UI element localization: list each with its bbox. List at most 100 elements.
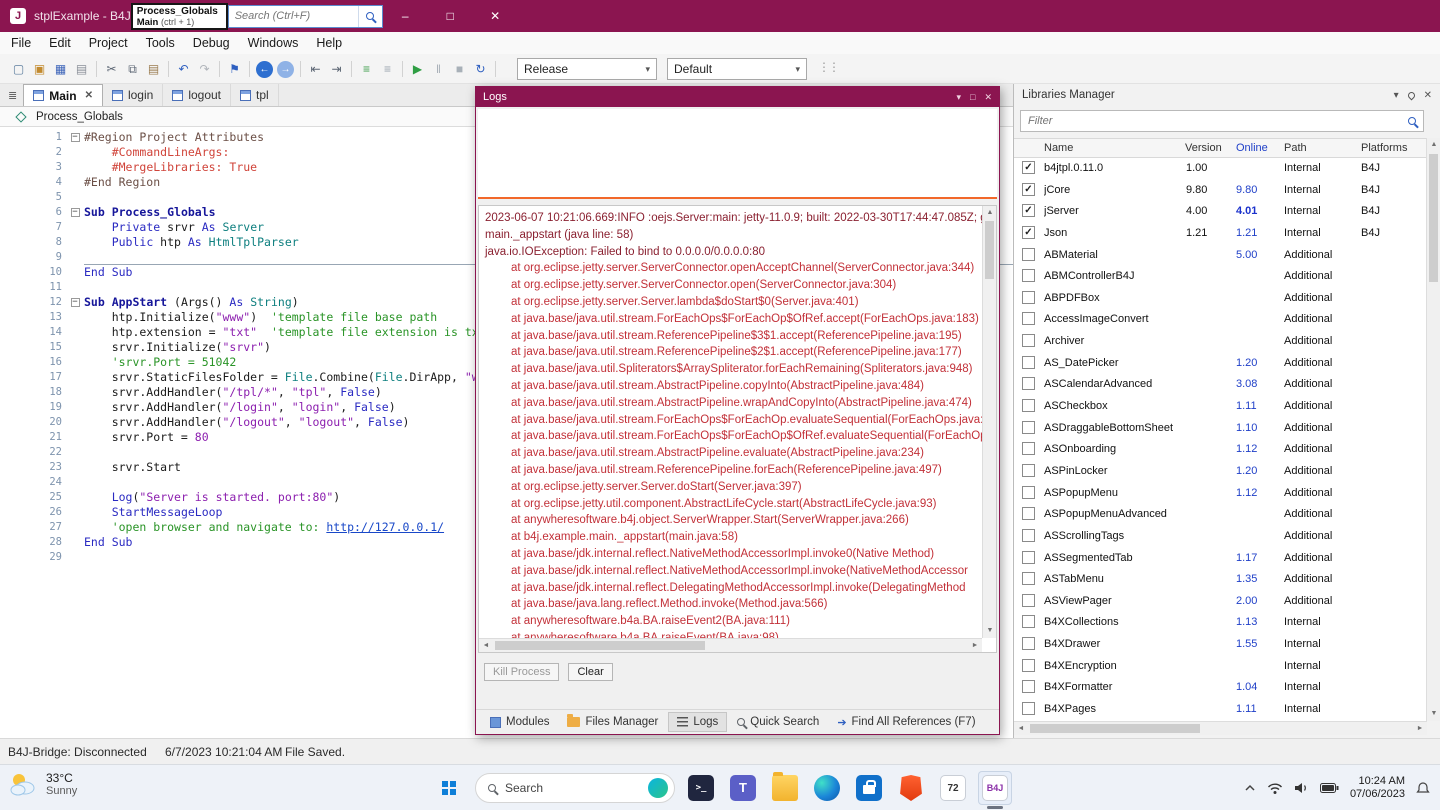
library-checkbox[interactable] xyxy=(1022,528,1035,542)
library-checkbox[interactable] xyxy=(1022,593,1035,607)
library-row[interactable]: ABMaterial 5.00 Additional xyxy=(1014,245,1427,267)
dock-tab-logs[interactable]: Logs xyxy=(668,712,728,732)
tab-tpl[interactable]: tpl xyxy=(231,84,279,106)
ide-search-input[interactable] xyxy=(228,5,358,27)
b4j-button[interactable]: B4J xyxy=(978,771,1012,809)
volume-icon[interactable] xyxy=(1294,782,1309,794)
scroll-left-icon[interactable]: ◄ xyxy=(1014,722,1028,736)
library-row[interactable]: AccessImageConvert Additional xyxy=(1014,309,1427,331)
taskbar-clock[interactable]: 10:24 AM 07/06/2023 xyxy=(1350,775,1405,801)
column-header-path[interactable]: Path xyxy=(1284,142,1307,154)
log-vertical-scrollbar[interactable]: ▲ ▼ xyxy=(982,206,996,638)
wifi-icon[interactable] xyxy=(1267,782,1283,795)
log-horizontal-scrollbar[interactable]: ◄ ► xyxy=(479,638,982,652)
library-checkbox[interactable] xyxy=(1022,572,1035,586)
bing-icon[interactable] xyxy=(648,778,668,798)
library-row[interactable]: ASScrollingTags Additional xyxy=(1014,526,1427,548)
tab-main[interactable]: Main ✕ xyxy=(23,84,103,106)
menu-item-file[interactable]: File xyxy=(2,32,40,54)
library-checkbox[interactable] xyxy=(1022,312,1035,326)
scrollbar-thumb[interactable] xyxy=(1429,154,1438,282)
dock-tab-find-references[interactable]: ➔ Find All References (F7) xyxy=(829,713,983,732)
library-row[interactable]: B4XFormatter 1.04 Internal xyxy=(1014,677,1427,699)
library-checkbox[interactable]: ✓ xyxy=(1022,204,1035,218)
paste-icon[interactable]: ▤ xyxy=(144,59,163,79)
library-row[interactable]: B4XDrawer 1.55 Internal xyxy=(1014,634,1427,656)
bookmark-icon[interactable]: ⚑ xyxy=(225,59,244,79)
library-row[interactable]: ASPopupMenuAdvanced Additional xyxy=(1014,504,1427,526)
library-checkbox[interactable] xyxy=(1022,377,1035,391)
maximize-icon[interactable]: □ xyxy=(970,92,975,103)
menu-item-windows[interactable]: Windows xyxy=(239,32,308,54)
library-checkbox[interactable] xyxy=(1022,485,1035,499)
library-row[interactable]: B4XPages 1.11 Internal xyxy=(1014,699,1427,721)
library-row[interactable]: ASSegmentedTab 1.17 Additional xyxy=(1014,548,1427,570)
taskbar-search[interactable]: Search xyxy=(475,773,675,803)
store-button[interactable] xyxy=(852,771,886,805)
library-row[interactable]: B4XEncryption Internal xyxy=(1014,656,1427,678)
library-row[interactable]: ABPDFBox Additional xyxy=(1014,288,1427,310)
scroll-left-icon[interactable]: ◄ xyxy=(479,639,493,653)
library-checkbox[interactable] xyxy=(1022,680,1035,694)
library-checkbox[interactable]: ✓ xyxy=(1022,225,1035,239)
library-checkbox[interactable] xyxy=(1022,334,1035,348)
brave-button[interactable] xyxy=(894,771,928,805)
library-row[interactable]: ✓ jServer 4.00 4.01 Internal B4J xyxy=(1014,201,1427,223)
fold-toggle-icon[interactable]: − xyxy=(70,298,80,307)
chevron-down-icon[interactable]: ▾ xyxy=(1394,90,1399,101)
menu-item-tools[interactable]: Tools xyxy=(137,32,184,54)
start-button[interactable] xyxy=(432,771,466,805)
library-row[interactable]: ✓ jCore 9.80 9.80 Internal B4J xyxy=(1014,180,1427,202)
run-icon[interactable]: ▶ xyxy=(408,59,427,79)
close-button[interactable]: ✕ xyxy=(473,0,518,32)
save-icon[interactable]: ▦ xyxy=(51,59,70,79)
comment-icon[interactable]: ≡ xyxy=(357,59,376,79)
column-header-online[interactable]: Online xyxy=(1236,142,1268,154)
teams-button[interactable] xyxy=(726,771,760,805)
copy-icon[interactable]: ⧉ xyxy=(123,59,142,79)
library-row[interactable]: ASOnboarding 1.12 Additional xyxy=(1014,439,1427,461)
log-area[interactable]: 2023-06-07 10:21:06.669:INFO :oejs.Serve… xyxy=(478,205,997,653)
library-row[interactable]: ASDraggableBottomSheet 1.10 Additional xyxy=(1014,418,1427,440)
scroll-down-icon[interactable]: ▼ xyxy=(983,624,997,638)
recompile-icon[interactable]: ↻ xyxy=(471,59,490,79)
library-row[interactable]: AS_DatePicker 1.20 Additional xyxy=(1014,353,1427,375)
menu-item-project[interactable]: Project xyxy=(80,32,137,54)
export-icon[interactable]: ▤ xyxy=(72,59,91,79)
scroll-up-icon[interactable]: ▲ xyxy=(1427,138,1440,152)
minimize-button[interactable]: – xyxy=(383,0,428,32)
dock-menu-icon[interactable]: ▾ xyxy=(956,92,961,103)
column-header-platforms[interactable]: Platforms xyxy=(1361,142,1407,154)
stop-icon[interactable]: ■ xyxy=(450,59,469,79)
library-row[interactable]: ASCheckbox 1.11 Additional xyxy=(1014,396,1427,418)
scroll-up-icon[interactable]: ▲ xyxy=(983,206,997,220)
undo-icon[interactable]: ↶ xyxy=(174,59,193,79)
library-filter-input[interactable] xyxy=(1028,115,1408,127)
library-checkbox[interactable] xyxy=(1022,658,1035,672)
back-icon[interactable]: ← xyxy=(256,60,273,78)
menu-item-help[interactable]: Help xyxy=(307,32,351,54)
close-icon[interactable]: ✕ xyxy=(984,92,992,103)
scrollbar-thumb[interactable] xyxy=(985,221,994,279)
uncomment-icon[interactable]: ≡ xyxy=(378,59,397,79)
library-checkbox[interactable] xyxy=(1022,550,1035,564)
library-checkbox[interactable] xyxy=(1022,290,1035,304)
search-button[interactable] xyxy=(357,5,382,27)
scrollbar-thumb[interactable] xyxy=(1030,724,1200,733)
library-row[interactable]: B4XCollections 1.13 Internal xyxy=(1014,612,1427,634)
dock-tab-quick-search[interactable]: Quick Search xyxy=(729,713,827,731)
tab-logout[interactable]: logout xyxy=(163,84,232,106)
library-filter[interactable] xyxy=(1020,110,1424,132)
library-checkbox[interactable] xyxy=(1022,463,1035,477)
library-row[interactable]: ABMControllerB4J Additional xyxy=(1014,266,1427,288)
library-row[interactable]: Archiver Additional xyxy=(1014,331,1427,353)
conditional-symbols-select[interactable]: Default ▾ xyxy=(667,58,807,80)
library-row[interactable]: ASPinLocker 1.20 Additional xyxy=(1014,461,1427,483)
scrollbar-thumb[interactable] xyxy=(495,641,705,650)
scroll-down-icon[interactable]: ▼ xyxy=(1427,707,1440,721)
notifications-icon[interactable] xyxy=(1416,781,1430,795)
library-row[interactable]: ✓ b4jtpl.0.11.0 1.00 Internal B4J xyxy=(1014,158,1427,180)
outdent-icon[interactable]: ⇤ xyxy=(306,59,325,79)
weather-widget[interactable]: 33°C Sunny xyxy=(8,771,77,797)
library-row[interactable]: ASViewPager 2.00 Additional xyxy=(1014,591,1427,613)
